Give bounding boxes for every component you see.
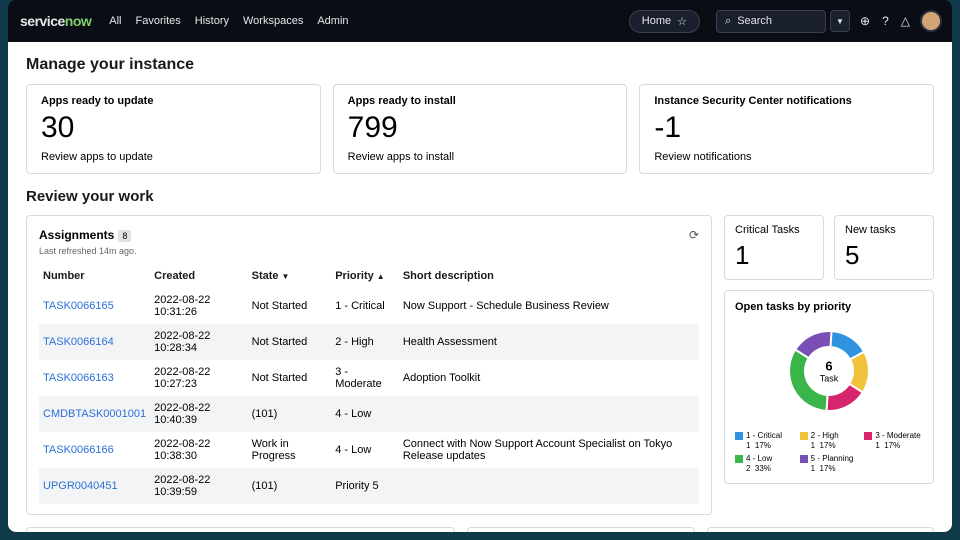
table-row[interactable]: TASK00661642022-08-22 10:28:34Not Starte…: [39, 324, 699, 360]
table-row[interactable]: CMDBTASK00010012022-08-22 10:40:39(101)4…: [39, 396, 699, 432]
nav-workspaces[interactable]: Workspaces: [243, 15, 303, 27]
col-description[interactable]: Short description: [399, 264, 699, 288]
col-created[interactable]: Created: [150, 264, 248, 288]
card-apps-install[interactable]: Apps ready to install 799 Review apps to…: [333, 84, 628, 174]
card-new-tasks[interactable]: New tasks 5: [834, 215, 934, 280]
table-row[interactable]: TASK00661632022-08-22 10:27:23Not Starte…: [39, 360, 699, 396]
globe-icon[interactable]: ⊕: [860, 14, 870, 28]
table-row[interactable]: TASK00661662022-08-22 10:38:30Work in Pr…: [39, 432, 699, 468]
help-icon[interactable]: ?: [882, 14, 889, 28]
table-row[interactable]: UPGR00404512022-08-22 10:39:59(101)Prior…: [39, 468, 699, 504]
legend-item[interactable]: 1 - Critical1 17%: [735, 431, 794, 450]
chevron-up-icon: ▲: [377, 272, 385, 281]
star-icon: ☆: [677, 15, 687, 28]
logo[interactable]: servicenow: [20, 13, 91, 29]
task-link[interactable]: CMDBTASK0001001: [39, 396, 150, 432]
avatar[interactable]: [922, 12, 940, 30]
assignments-count-badge: 8: [118, 230, 131, 242]
task-link[interactable]: UPGR0040451: [39, 468, 150, 504]
chart-open-tasks: Open tasks by priority 6Task 1 - Critica…: [724, 290, 934, 484]
bell-icon[interactable]: △: [901, 14, 910, 28]
legend-item[interactable]: 2 - High1 17%: [800, 431, 859, 450]
search-icon: ⌕: [725, 15, 731, 28]
task-link[interactable]: TASK0066163: [39, 360, 150, 396]
nav-history[interactable]: History: [195, 15, 229, 27]
col-priority[interactable]: Priority▲: [331, 264, 399, 288]
search-input[interactable]: ⌕Search: [716, 10, 826, 33]
nav-favorites[interactable]: Favorites: [136, 15, 181, 27]
topbar: servicenow All Favorites History Workspa…: [8, 0, 952, 42]
col-state[interactable]: State▼: [248, 264, 332, 288]
nav-admin[interactable]: Admin: [317, 15, 348, 27]
nav-all[interactable]: All: [109, 15, 121, 27]
task-link[interactable]: TASK0066166: [39, 432, 150, 468]
assignments-table: Number Created State▼ Priority▲ Short de…: [39, 264, 699, 504]
section-manage-title: Manage your instance: [26, 56, 934, 74]
section-review-title: Review your work: [26, 188, 934, 205]
refresh-icon[interactable]: ⟳: [689, 228, 699, 242]
card-security-notifications[interactable]: Instance Security Center notifications -…: [639, 84, 934, 174]
assignments-panel: Assignments8 ⟳ Last refreshed 14m ago. N…: [26, 215, 712, 515]
chevron-down-icon: ▼: [282, 272, 290, 281]
donut-chart[interactable]: 6Task: [779, 321, 879, 421]
task-link[interactable]: TASK0066164: [39, 324, 150, 360]
card-open-by-age[interactable]: Open tasks by age: [26, 527, 455, 532]
table-row[interactable]: TASK00661652022-08-22 10:31:26Not Starte…: [39, 288, 699, 324]
legend-item[interactable]: 4 - Low2 33%: [735, 454, 794, 473]
col-number[interactable]: Number: [39, 264, 150, 288]
main-nav: All Favorites History Workspaces Admin: [109, 15, 348, 27]
card-favorites[interactable]: Favorites: [467, 527, 695, 532]
card-apps-update[interactable]: Apps ready to update 30 Review apps to u…: [26, 84, 321, 174]
legend-item[interactable]: 5 - Planning1 17%: [800, 454, 859, 473]
legend-item[interactable]: 3 - Moderate1 17%: [864, 431, 923, 450]
home-pill[interactable]: Home☆: [629, 10, 700, 33]
card-requests[interactable]: RequestsView all: [707, 527, 935, 532]
card-critical-tasks[interactable]: Critical Tasks 1: [724, 215, 824, 280]
task-link[interactable]: TASK0066165: [39, 288, 150, 324]
search-dropdown[interactable]: ▼: [830, 10, 850, 32]
